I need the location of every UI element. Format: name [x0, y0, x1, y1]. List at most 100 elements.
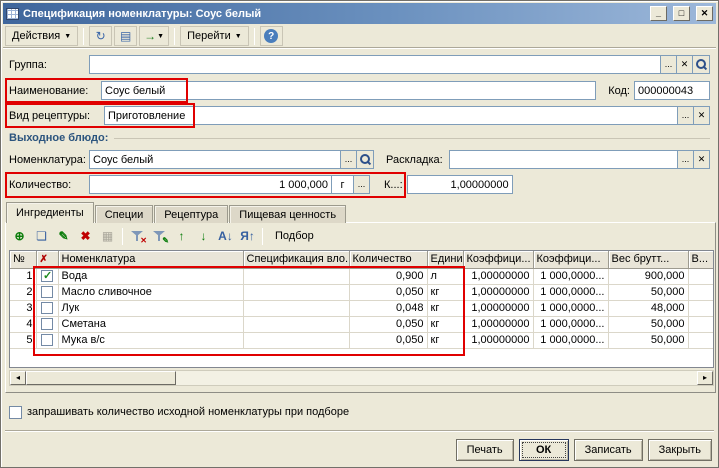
- row-flag-cell[interactable]: [36, 268, 58, 284]
- row-checkbox[interactable]: [41, 334, 53, 346]
- gross-weight-cell[interactable]: 48,000: [608, 300, 688, 316]
- net-weight-cell[interactable]: [688, 332, 713, 348]
- table-row[interactable]: 3 Лук 0,048 кг 1,00000000 1 000,0000... …: [10, 300, 713, 316]
- coef2-cell[interactable]: 1 000,0000...: [533, 316, 608, 332]
- save-record-button[interactable]: ▤: [114, 26, 137, 46]
- scroll-right-button[interactable]: ▸: [697, 371, 713, 385]
- filter-off-button[interactable]: ✕: [127, 226, 148, 246]
- recipe-kind-select-button[interactable]: ...: [677, 106, 694, 125]
- row-flag-cell[interactable]: [36, 332, 58, 348]
- table-row[interactable]: 1 Вода 0,900 л 1,00000000 1 000,0000... …: [10, 268, 713, 284]
- delete-row-button[interactable]: ✖: [75, 226, 96, 246]
- specification-cell[interactable]: [243, 300, 349, 316]
- coefficient-input[interactable]: [407, 175, 513, 194]
- sort-asc-button[interactable]: А↓: [215, 226, 236, 246]
- coef2-cell[interactable]: 1 000,0000...: [533, 332, 608, 348]
- recipe-kind-clear-button[interactable]: ✕: [693, 106, 710, 125]
- go-to-button[interactable]: → ▼: [139, 26, 169, 46]
- pick-button[interactable]: Подбор: [267, 226, 322, 246]
- copy-row-button[interactable]: ❏: [31, 226, 52, 246]
- specification-cell[interactable]: [243, 268, 349, 284]
- col-net-weight[interactable]: В...: [688, 251, 713, 268]
- tab-recipe[interactable]: Рецептура: [154, 205, 228, 223]
- group-input[interactable]: [89, 55, 661, 74]
- row-checkbox[interactable]: [41, 270, 53, 282]
- nomenclature-search-button[interactable]: [356, 150, 374, 169]
- table-row[interactable]: 5 Мука в/с 0,050 кг 1,00000000 1 000,000…: [10, 332, 713, 348]
- coef1-cell[interactable]: 1,00000000: [463, 268, 533, 284]
- group-clear-button[interactable]: ✕: [676, 55, 693, 74]
- col-flag[interactable]: ✗: [36, 251, 58, 268]
- col-nomenclature[interactable]: Номенклатура: [58, 251, 243, 268]
- unit-select-button[interactable]: ...: [353, 175, 370, 194]
- layout-clear-button[interactable]: ✕: [693, 150, 710, 169]
- coef2-cell[interactable]: 1 000,0000...: [533, 268, 608, 284]
- gross-weight-cell[interactable]: 900,000: [608, 268, 688, 284]
- end-edit-button[interactable]: ▦: [97, 226, 118, 246]
- print-button[interactable]: Печать: [456, 439, 514, 461]
- add-row-button[interactable]: ⊕: [9, 226, 30, 246]
- table-row[interactable]: 2 Масло сливочное 0,050 кг 1,00000000 1 …: [10, 284, 713, 300]
- coef1-cell[interactable]: 1,00000000: [463, 300, 533, 316]
- group-select-button[interactable]: ...: [660, 55, 677, 74]
- navigate-button[interactable]: Перейти ▼: [180, 26, 249, 46]
- layout-input[interactable]: [449, 150, 678, 169]
- unit-cell[interactable]: кг: [427, 332, 463, 348]
- filter-settings-button[interactable]: ✎: [149, 226, 170, 246]
- col-number[interactable]: №: [10, 251, 36, 268]
- specification-cell[interactable]: [243, 284, 349, 300]
- col-specification[interactable]: Спецификация вло...: [243, 251, 349, 268]
- unit-cell[interactable]: л: [427, 268, 463, 284]
- prompt-quantity-checkbox[interactable]: [9, 406, 22, 419]
- coef2-cell[interactable]: 1 000,0000...: [533, 300, 608, 316]
- horizontal-scrollbar[interactable]: ◂ ▸: [9, 370, 714, 386]
- net-weight-cell[interactable]: [688, 300, 713, 316]
- col-quantity[interactable]: Количество: [349, 251, 427, 268]
- nomenclature-input[interactable]: [89, 150, 341, 169]
- minimize-button[interactable]: _: [650, 6, 667, 21]
- write-button[interactable]: Записать: [574, 439, 643, 461]
- actions-button[interactable]: Действия ▼: [5, 26, 78, 46]
- help-button[interactable]: ?: [260, 26, 283, 46]
- tab-ingredients[interactable]: Ингредиенты: [6, 202, 94, 223]
- group-search-button[interactable]: [692, 55, 710, 74]
- scrollbar-thumb[interactable]: [26, 371, 176, 385]
- coef1-cell[interactable]: 1,00000000: [463, 284, 533, 300]
- row-flag-cell[interactable]: [36, 316, 58, 332]
- nomenclature-cell[interactable]: Мука в/с: [58, 332, 243, 348]
- net-weight-cell[interactable]: [688, 316, 713, 332]
- net-weight-cell[interactable]: [688, 284, 713, 300]
- quantity-cell[interactable]: 0,050: [349, 284, 427, 300]
- nomenclature-cell[interactable]: Сметана: [58, 316, 243, 332]
- nomenclature-cell[interactable]: Вода: [58, 268, 243, 284]
- unit-cell[interactable]: кг: [427, 284, 463, 300]
- maximize-button[interactable]: □: [673, 6, 690, 21]
- scroll-left-button[interactable]: ◂: [10, 371, 26, 385]
- unit-cell[interactable]: кг: [427, 316, 463, 332]
- quantity-cell[interactable]: 0,050: [349, 316, 427, 332]
- gross-weight-cell[interactable]: 50,000: [608, 284, 688, 300]
- row-checkbox[interactable]: [41, 302, 53, 314]
- name-input[interactable]: [101, 81, 596, 100]
- nomenclature-cell[interactable]: Масло сливочное: [58, 284, 243, 300]
- gross-weight-cell[interactable]: 50,000: [608, 316, 688, 332]
- specification-cell[interactable]: [243, 316, 349, 332]
- edit-row-button[interactable]: ✎: [53, 226, 74, 246]
- quantity-input[interactable]: [89, 175, 332, 194]
- code-input[interactable]: [634, 81, 710, 100]
- tab-nutrition[interactable]: Пищевая ценность: [229, 205, 346, 223]
- gross-weight-cell[interactable]: 50,000: [608, 332, 688, 348]
- ok-button[interactable]: ОК: [519, 439, 569, 461]
- quantity-cell[interactable]: 0,900: [349, 268, 427, 284]
- close-form-button[interactable]: Закрыть: [648, 439, 712, 461]
- sort-desc-button[interactable]: Я↑: [237, 226, 258, 246]
- unit-cell[interactable]: кг: [427, 300, 463, 316]
- quantity-cell[interactable]: 0,050: [349, 332, 427, 348]
- nomenclature-select-button[interactable]: ...: [340, 150, 357, 169]
- quantity-cell[interactable]: 0,048: [349, 300, 427, 316]
- nomenclature-cell[interactable]: Лук: [58, 300, 243, 316]
- col-coef1[interactable]: Коэффици...: [463, 251, 533, 268]
- close-button[interactable]: ✕: [696, 6, 713, 21]
- tab-spices[interactable]: Специи: [95, 205, 154, 223]
- layout-select-button[interactable]: ...: [677, 150, 694, 169]
